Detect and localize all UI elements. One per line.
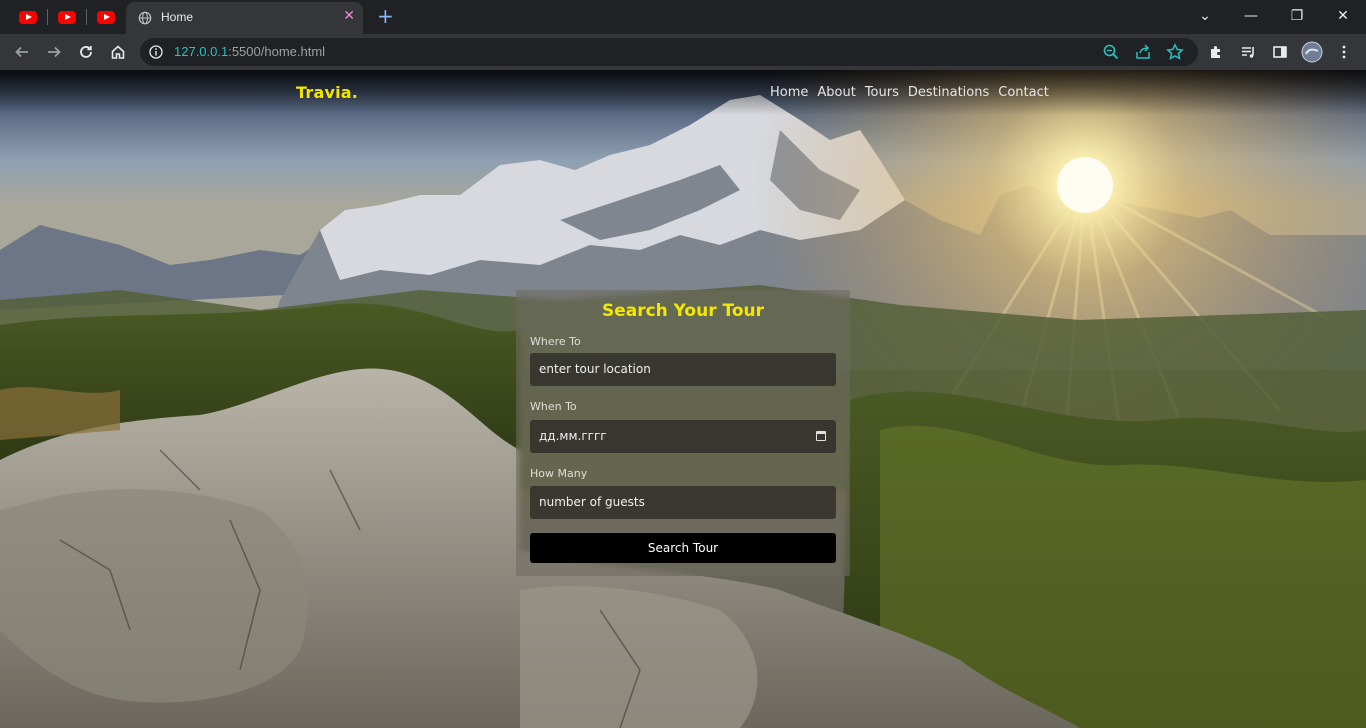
extensions-button[interactable] bbox=[1204, 40, 1228, 64]
kebab-menu-icon bbox=[1342, 45, 1346, 59]
forward-button[interactable] bbox=[42, 40, 66, 64]
browser-menu-button[interactable] bbox=[1332, 40, 1356, 64]
nav-contact[interactable]: Contact bbox=[998, 85, 1049, 100]
guests-input[interactable] bbox=[539, 495, 827, 509]
side-panel-button[interactable] bbox=[1268, 40, 1292, 64]
browser-toolbar: 127.0.0.1:5500/home.html bbox=[0, 34, 1366, 70]
search-tour-button[interactable]: Search Tour bbox=[530, 533, 836, 563]
tab-close-icon[interactable]: ✕ bbox=[343, 8, 355, 24]
tour-search-form: Search Your Tour Where To When To дд.мм.… bbox=[516, 290, 850, 576]
home-button[interactable] bbox=[106, 40, 130, 64]
main-nav: Home About Tours Destinations Contact bbox=[770, 85, 1058, 100]
nav-tours[interactable]: Tours bbox=[865, 85, 899, 100]
calendar-icon[interactable] bbox=[816, 431, 826, 441]
how-many-label: How Many bbox=[530, 467, 588, 480]
arrow-left-icon bbox=[15, 46, 28, 58]
guests-field[interactable] bbox=[530, 486, 836, 519]
nav-about[interactable]: About bbox=[817, 85, 855, 100]
nav-destinations[interactable]: Destinations bbox=[908, 85, 989, 100]
tab-title: Home bbox=[161, 10, 194, 24]
youtube-icon bbox=[58, 10, 76, 24]
active-tab[interactable]: Home ✕ bbox=[126, 2, 363, 34]
header-shade bbox=[0, 70, 1366, 115]
share-icon[interactable] bbox=[1134, 43, 1152, 61]
address-bar[interactable]: 127.0.0.1:5500/home.html bbox=[140, 38, 1198, 66]
playlist-icon bbox=[1242, 47, 1254, 58]
pinned-tab-youtube-3[interactable] bbox=[88, 5, 124, 29]
when-label: When To bbox=[530, 400, 577, 413]
zoom-icon[interactable] bbox=[1102, 43, 1120, 61]
media-control-button[interactable] bbox=[1236, 40, 1260, 64]
youtube-icon bbox=[19, 10, 37, 24]
tab-divider bbox=[47, 9, 48, 25]
nav-home[interactable]: Home bbox=[770, 85, 808, 100]
url-host: 127.0.0.1 bbox=[174, 44, 229, 59]
new-tab-button[interactable]: + bbox=[377, 5, 394, 27]
web-page: Travia. Home About Tours Destinations Co… bbox=[0, 70, 1366, 728]
arrow-right-icon bbox=[48, 46, 61, 58]
date-field[interactable]: дд.мм.гггг bbox=[530, 420, 836, 453]
youtube-icon bbox=[97, 10, 115, 24]
back-button[interactable] bbox=[10, 40, 34, 64]
where-label: Where To bbox=[530, 335, 581, 348]
restore-button[interactable]: ❐ bbox=[1274, 4, 1320, 28]
minimize-button[interactable]: — bbox=[1228, 4, 1274, 28]
globe-icon bbox=[138, 11, 152, 25]
profile-button[interactable] bbox=[1300, 40, 1324, 64]
date-value: дд.мм.гггг bbox=[539, 429, 607, 443]
url-text[interactable]: 127.0.0.1:5500/home.html bbox=[174, 44, 325, 59]
where-input[interactable] bbox=[539, 362, 827, 376]
home-icon bbox=[111, 45, 125, 59]
pinned-tab-youtube-1[interactable] bbox=[10, 5, 46, 29]
site-logo[interactable]: Travia. bbox=[296, 83, 358, 102]
avatar bbox=[1301, 41, 1323, 63]
url-path: :5500/home.html bbox=[228, 44, 326, 59]
tab-strip: Home ✕ + ⌄ — ❐ ✕ bbox=[0, 0, 1366, 34]
info-icon[interactable] bbox=[149, 45, 163, 59]
close-window-button[interactable]: ✕ bbox=[1320, 4, 1366, 28]
puzzle-icon bbox=[1211, 46, 1220, 58]
bookmark-star-icon[interactable] bbox=[1166, 43, 1184, 61]
pinned-tab-youtube-2[interactable] bbox=[49, 5, 85, 29]
where-field[interactable] bbox=[530, 353, 836, 386]
tab-search-button[interactable]: ⌄ bbox=[1182, 4, 1228, 28]
reload-icon bbox=[80, 46, 92, 58]
tab-divider bbox=[86, 9, 87, 25]
reload-button[interactable] bbox=[74, 40, 98, 64]
form-title: Search Your Tour bbox=[601, 301, 765, 321]
side-panel-icon bbox=[1273, 46, 1287, 58]
